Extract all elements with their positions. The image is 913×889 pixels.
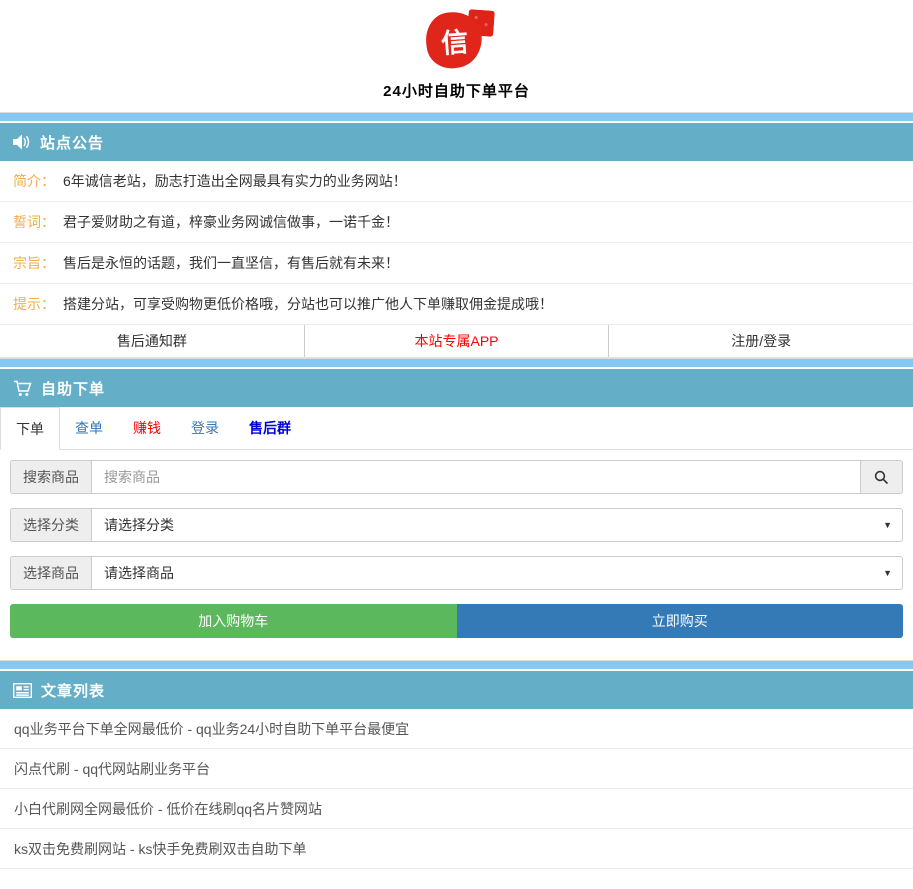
- notice-item-text: 君子爱财助之有道，梓豪业务网诚信做事，一诺千金！: [63, 212, 399, 232]
- register-login-link[interactable]: 注册/登录: [609, 325, 913, 357]
- product-addon-label: 选择商品: [10, 556, 91, 590]
- product-group: 选择商品 请选择商品 ▼: [10, 556, 903, 590]
- notice-item: 简介： 6年诚信老站，励志打造出全网最具有实力的业务网站！: [0, 161, 913, 202]
- article-item[interactable]: ks双击免费刷网站 - ks快手免费刷双击自助下单: [0, 829, 913, 869]
- add-to-cart-button[interactable]: 加入购物车: [10, 604, 457, 638]
- site-header: 信 24小时自助下单平台: [0, 0, 913, 112]
- tab-login[interactable]: 登录: [176, 407, 234, 449]
- article-item[interactable]: 小白代刷网全网最低价 - 低价在线刷qq名片赞网站: [0, 789, 913, 829]
- section-divider: [0, 112, 913, 123]
- search-input[interactable]: [91, 460, 861, 494]
- section-divider: [0, 660, 913, 671]
- cart-icon: [13, 380, 32, 397]
- order-form: 搜索商品 选择分类 请选择分类 ▼ 选择商品 请选择商品 ▼ 加入购物车 立即购…: [0, 450, 913, 660]
- search-addon-label: 搜索商品: [10, 460, 91, 494]
- product-select[interactable]: 请选择商品 ▼: [91, 556, 903, 590]
- order-tabs: 下单 查单 赚钱 登录 售后群: [0, 407, 913, 450]
- chevron-down-icon: ▼: [883, 520, 892, 530]
- site-title: 24小时自助下单平台: [0, 80, 913, 101]
- category-addon-label: 选择分类: [10, 508, 91, 542]
- order-section-title: 自助下单: [41, 378, 105, 399]
- notice-item: 宗旨： 售后是永恒的话题，我们一直坚信，有售后就有未来！: [0, 243, 913, 284]
- notice-quick-links: 售后通知群 本站专属APP 注册/登录: [0, 325, 913, 358]
- tab-aftersale-group[interactable]: 售后群: [234, 407, 306, 449]
- category-select[interactable]: 请选择分类 ▼: [91, 508, 903, 542]
- tab-place-order[interactable]: 下单: [0, 407, 60, 450]
- notice-section-header: 站点公告: [0, 123, 913, 161]
- search-group: 搜索商品: [10, 460, 903, 494]
- buy-now-button[interactable]: 立即购买: [457, 604, 904, 638]
- article-item[interactable]: qq业务平台下单全网最低价 - qq业务24小时自助下单平台最便宜: [0, 709, 913, 749]
- notice-item: 誓词： 君子爱财助之有道，梓豪业务网诚信做事，一诺千金！: [0, 202, 913, 243]
- order-actions: 加入购物车 立即购买: [10, 604, 903, 638]
- notice-item-text: 搭建分站，可享受购物更低价格哦，分站也可以推广他人下单赚取佣金提成哦！: [63, 294, 553, 314]
- product-select-value: 请选择商品: [104, 563, 174, 583]
- articles-section-header: 文章列表: [0, 671, 913, 709]
- category-group: 选择分类 请选择分类 ▼: [10, 508, 903, 542]
- order-section-header: 自助下单: [0, 369, 913, 407]
- notice-item-label: 简介：: [13, 171, 55, 191]
- chevron-down-icon: ▼: [883, 568, 892, 578]
- article-item[interactable]: 闪点代刷 - qq代网站刷业务平台: [0, 749, 913, 789]
- tab-check-order[interactable]: 查单: [60, 407, 118, 449]
- category-select-value: 请选择分类: [104, 515, 174, 535]
- tab-earn-money[interactable]: 赚钱: [118, 407, 176, 449]
- speaker-icon: [13, 134, 31, 150]
- section-divider: [0, 358, 913, 369]
- notice-item-text: 售后是永恒的话题，我们一直坚信，有售后就有未来！: [63, 253, 399, 273]
- notice-item-label: 誓词：: [13, 212, 55, 232]
- notice-section-title: 站点公告: [40, 132, 104, 153]
- aftersale-group-link[interactable]: 售后通知群: [0, 325, 305, 357]
- site-app-link[interactable]: 本站专属APP: [305, 325, 610, 357]
- newspaper-icon: [13, 683, 32, 698]
- search-icon: [874, 470, 889, 485]
- notice-item-text: 6年诚信老站，励志打造出全网最具有实力的业务网站！: [63, 171, 407, 191]
- search-button[interactable]: [861, 460, 903, 494]
- article-list: qq业务平台下单全网最低价 - qq业务24小时自助下单平台最便宜 闪点代刷 -…: [0, 709, 913, 869]
- notice-item-label: 宗旨：: [13, 253, 55, 273]
- notice-item-label: 提示：: [13, 294, 55, 314]
- articles-section-title: 文章列表: [41, 680, 105, 701]
- notice-item: 提示： 搭建分站，可享受购物更低价格哦，分站也可以推广他人下单赚取佣金提成哦！: [0, 284, 913, 325]
- notice-list: 简介： 6年诚信老站，励志打造出全网最具有实力的业务网站！ 誓词： 君子爱财助之…: [0, 161, 913, 325]
- site-logo: 信: [412, 8, 502, 72]
- logo-character: 信: [439, 20, 469, 61]
